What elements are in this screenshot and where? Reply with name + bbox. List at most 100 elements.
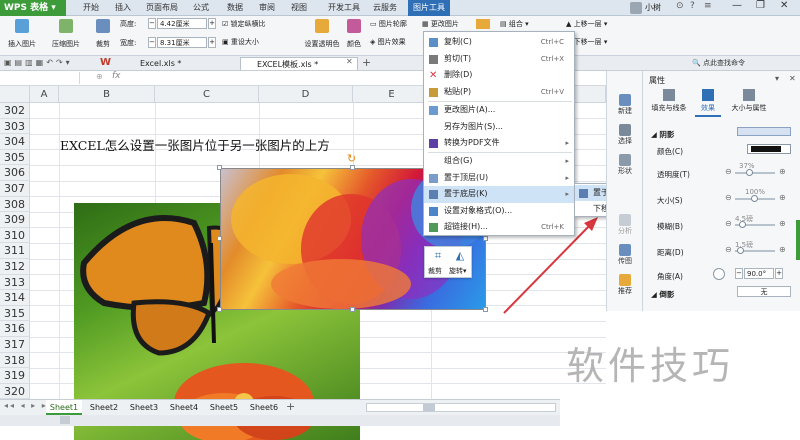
- resize-handle[interactable]: [217, 236, 222, 241]
- menu-item-send-to-back[interactable]: 置于底层(K) ▸: [424, 186, 574, 203]
- column-header-d[interactable]: D: [259, 86, 353, 103]
- size-knob[interactable]: [751, 195, 758, 202]
- command-search[interactable]: 🔍 点此查找命令: [692, 58, 745, 68]
- sheet-tab-4[interactable]: Sheet4: [166, 400, 202, 415]
- row-header[interactable]: 317: [0, 337, 30, 353]
- compress-button[interactable]: 压缩图片: [48, 19, 84, 49]
- rotate-float-label[interactable]: 旋转▾: [449, 266, 467, 276]
- crop-button[interactable]: 裁剪: [90, 19, 116, 49]
- insert-picture-button[interactable]: 插入图片: [4, 19, 40, 49]
- row-header[interactable]: 309: [0, 212, 30, 228]
- column-header-b[interactable]: B: [59, 86, 155, 103]
- select-all-corner[interactable]: [0, 86, 30, 103]
- cell-b304-text[interactable]: EXCEL怎么设置一张图片位于另一张图片的上方: [60, 135, 330, 154]
- resize-handle[interactable]: [217, 307, 222, 312]
- menu-item-copy[interactable]: 复制(C) Ctrl+C: [424, 34, 574, 51]
- row-header[interactable]: 320: [0, 383, 30, 400]
- row-header[interactable]: 310: [0, 227, 30, 244]
- row-header[interactable]: 316: [0, 321, 30, 337]
- transparency-slider[interactable]: [735, 172, 775, 174]
- height-decrease[interactable]: −: [148, 18, 156, 29]
- scroll-thumb[interactable]: [423, 404, 435, 411]
- width-decrease[interactable]: −: [148, 37, 156, 48]
- side-shape-button[interactable]: 形状: [607, 151, 643, 179]
- shadow-color-picker[interactable]: [747, 144, 791, 154]
- tab-data[interactable]: 数据: [222, 0, 248, 16]
- row-header[interactable]: 308: [0, 196, 30, 213]
- reset-size-button[interactable]: ▣ 重设大小: [222, 37, 259, 47]
- transparency-decrease[interactable]: ⊖: [725, 167, 732, 176]
- tab-home[interactable]: 开始: [78, 0, 104, 16]
- close-doc-icon[interactable]: ✕: [346, 57, 353, 66]
- menu-item-hyperlink[interactable]: 超链接(H)... Ctrl+K: [424, 219, 574, 236]
- side-new-button[interactable]: 新建: [607, 91, 643, 119]
- menu-item-change-picture[interactable]: 更改图片(A)...: [424, 102, 574, 119]
- row-header[interactable]: 312: [0, 259, 30, 275]
- menu-item-paste[interactable]: 粘贴(P) Ctrl+V: [424, 84, 574, 101]
- tab-insert[interactable]: 插入: [110, 0, 136, 16]
- row-header[interactable]: 307: [0, 181, 30, 197]
- column-header-c[interactable]: C: [155, 86, 259, 103]
- reflection-section[interactable]: ◢ 倒影: [651, 289, 674, 300]
- row-header[interactable]: 303: [0, 118, 30, 135]
- options-icon[interactable]: ≡: [704, 1, 712, 11]
- resize-handle[interactable]: [350, 165, 355, 170]
- row-header[interactable]: 311: [0, 243, 30, 259]
- angle-input[interactable]: 90.0°: [744, 268, 774, 279]
- minimize-icon[interactable]: —: [732, 0, 742, 11]
- bring-forward-button[interactable]: ▲ 上移一层 ▾: [566, 19, 607, 29]
- tab-cloud[interactable]: 云服务: [368, 0, 402, 16]
- side-recommend-button[interactable]: 推荐: [607, 271, 643, 299]
- row-header[interactable]: 306: [0, 165, 30, 181]
- height-increase[interactable]: +: [208, 18, 216, 29]
- width-increase[interactable]: +: [208, 37, 216, 48]
- name-box[interactable]: [0, 72, 80, 84]
- combine-button[interactable]: ▤ 组合 ▾: [500, 19, 529, 29]
- tab-effect[interactable]: 效果: [695, 87, 721, 117]
- avatar[interactable]: [630, 2, 642, 14]
- column-header-e[interactable]: E: [353, 86, 431, 103]
- menu-item-delete[interactable]: ✕ 删除(D): [424, 67, 574, 84]
- resize-handle[interactable]: [483, 236, 488, 241]
- blur-increase[interactable]: ⊕: [779, 219, 786, 228]
- angle-dial[interactable]: [713, 268, 725, 280]
- row-header[interactable]: 302: [0, 103, 30, 119]
- shadow-section[interactable]: ◢ 阴影: [651, 129, 674, 140]
- distance-increase[interactable]: ⊕: [779, 245, 786, 254]
- transparency-increase[interactable]: ⊕: [779, 167, 786, 176]
- height-input[interactable]: 4.42厘米: [157, 18, 207, 29]
- tab-developer[interactable]: 开发工具: [324, 0, 364, 16]
- sheet-tab-2[interactable]: Sheet2: [86, 400, 122, 415]
- row-header[interactable]: 314: [0, 290, 30, 306]
- maximize-icon[interactable]: ❐: [756, 0, 765, 11]
- blur-decrease[interactable]: ⊖: [725, 219, 732, 228]
- tab-picture-tools[interactable]: 图片工具: [408, 0, 450, 16]
- distance-decrease[interactable]: ⊖: [725, 245, 732, 254]
- help-icon[interactable]: ?: [690, 1, 695, 11]
- row-header[interactable]: 305: [0, 149, 30, 166]
- close-icon[interactable]: ✕: [780, 0, 788, 11]
- row-header[interactable]: 304: [0, 134, 30, 150]
- row-header[interactable]: 319: [0, 368, 30, 384]
- change-picture-button[interactable]: ▦ 更改图片: [422, 19, 459, 29]
- width-input[interactable]: 8.31厘米: [157, 37, 207, 48]
- tab-formula[interactable]: 公式: [188, 0, 214, 16]
- row-header[interactable]: 318: [0, 352, 30, 369]
- menu-item-format-object[interactable]: 设置对象格式(O)...: [424, 203, 574, 220]
- transparency-knob[interactable]: [746, 169, 753, 176]
- menu-item-cut[interactable]: 剪切(T) Ctrl+X: [424, 51, 574, 68]
- menu-item-bring-to-front[interactable]: 置于顶层(U) ▸: [424, 170, 574, 187]
- horizontal-scrollbar[interactable]: [366, 403, 556, 412]
- zoom-icon[interactable]: ⊕: [96, 72, 103, 81]
- sheet-tab-3[interactable]: Sheet3: [126, 400, 162, 415]
- angle-decrease[interactable]: −: [735, 268, 743, 279]
- rotate-handle-icon[interactable]: ↻: [347, 152, 356, 165]
- column-header-a[interactable]: A: [30, 86, 59, 103]
- doc-tab-excel[interactable]: Excel.xls *: [124, 57, 220, 70]
- app-menu-button[interactable]: WPS 表格 ▾: [0, 0, 66, 16]
- sheet-tab-5[interactable]: Sheet5: [206, 400, 242, 415]
- size-increase[interactable]: ⊕: [779, 193, 786, 202]
- side-analyze-button[interactable]: 分析: [607, 211, 643, 239]
- rotate-float-icon[interactable]: ◭: [451, 249, 469, 263]
- side-upload-button[interactable]: 传图: [607, 241, 643, 269]
